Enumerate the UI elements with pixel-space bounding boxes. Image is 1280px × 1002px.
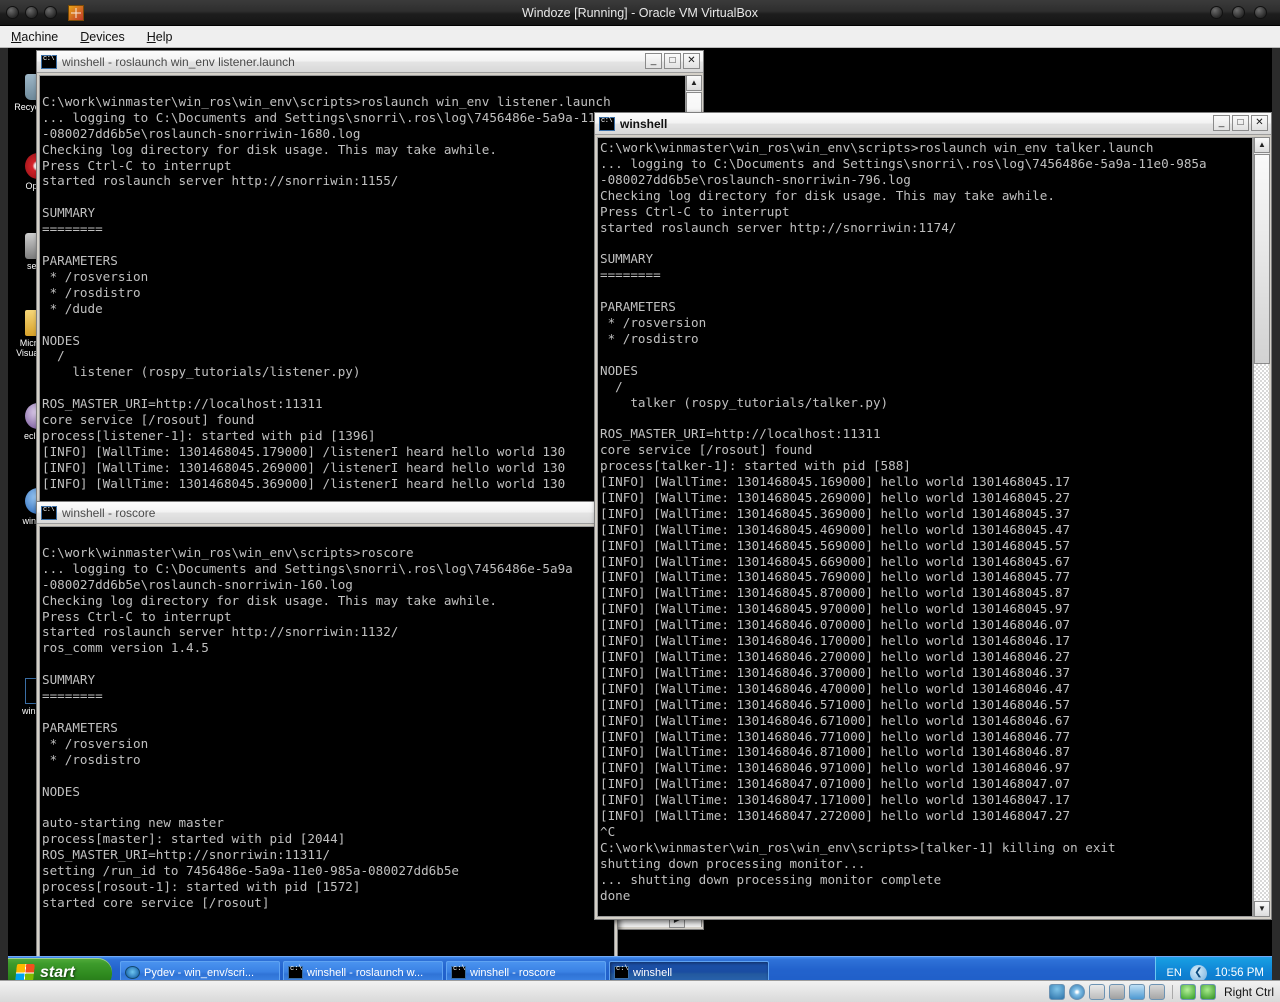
window-talker-titlebar[interactable]: winshell _ □ ✕ [595,113,1271,135]
host-key-label: Right Ctrl [1223,984,1274,999]
window-talker-body: C:\work\winmaster\win_ros\win_env\script… [597,137,1253,917]
menu-machine[interactable]: Machine [0,26,69,48]
window-roscore-title: winshell - roscore [62,505,156,520]
guest-screen[interactable]: Recycle Bin Opera setup Microsoft Visual… [8,48,1272,988]
window-zoom-dot[interactable] [1232,6,1245,19]
virtualbox-titlebar: Windoze [Running] - Oracle VM VirtualBox [0,0,1280,26]
menu-devices[interactable]: Devices [69,26,135,48]
close-button[interactable]: ✕ [1251,115,1268,131]
maximize-button[interactable]: □ [1232,115,1249,131]
menu-help-label: elp [155,29,173,44]
minimize-button[interactable]: _ [645,53,662,69]
menu-devices-label: evices [89,29,125,44]
window-listener-titlebar[interactable]: winshell - roslaunch win_env listener.la… [37,51,703,73]
menu-machine-label: achine [21,29,59,44]
taskbar-item-label: winshell - roscore [470,966,556,979]
window-roscore-titlebar[interactable]: winshell - roscore [37,502,617,524]
console-icon [41,505,57,520]
scroll-up-arrow-icon[interactable]: ▲ [1254,137,1270,153]
cd-dvd-icon[interactable] [1068,983,1085,1000]
console-icon [599,116,615,131]
taskbar-item-label: Pydev - win_env/scri... [144,966,255,979]
window-talker-buttons: _ □ ✕ [1213,115,1268,131]
window-menu-dot[interactable] [1254,6,1267,19]
window-roscore-body: C:\work\winmaster\win_ros\win_env\script… [39,526,615,970]
chevron-left-icon[interactable]: ❮ [1189,964,1207,982]
usb-icon[interactable] [1088,983,1105,1000]
pydev-icon [125,966,140,979]
display-icon[interactable] [1148,983,1165,1000]
menu-help[interactable]: Help [136,26,184,48]
clock[interactable]: 10:56 PM [1215,967,1264,979]
console-icon [288,965,303,979]
window-listener-title: winshell - roslaunch win_env listener.la… [62,54,295,69]
language-indicator[interactable]: EN [1166,967,1181,979]
taskbar-item-label: winshell [633,966,673,979]
start-button-label: start [40,963,75,981]
console-output-roscore: C:\work\winmaster\win_ros\win_env\script… [42,544,573,910]
window-listener-buttons: _ □ ✕ [645,53,700,69]
scroll-down-arrow-icon[interactable]: ▼ [1254,901,1270,917]
virtualbox-menubar: Machine Devices Help [0,26,1280,48]
minimize-button[interactable]: _ [1213,115,1230,131]
window-talker[interactable]: winshell _ □ ✕ C:\work\winmaster\win_ros… [594,112,1272,920]
maximize-button[interactable]: □ [664,53,681,69]
console-icon [614,965,629,979]
network-icon[interactable] [1108,983,1125,1000]
window-talker-title: winshell [620,116,668,131]
virtualbox-window: Windoze [Running] - Oracle VM VirtualBox… [0,0,1280,1002]
hard-disk-icon[interactable] [1048,983,1065,1000]
close-button[interactable]: ✕ [683,53,700,69]
vrdp-icon[interactable] [1179,983,1196,1000]
statusbar-divider [1171,984,1173,999]
window-roscore[interactable]: winshell - roscore C:\work\winmaster\win… [36,501,618,973]
host-key-icon[interactable] [1199,983,1216,1000]
console-output-talker: C:\work\winmaster\win_ros\win_env\script… [600,140,1207,903]
shared-folders-icon[interactable] [1128,983,1145,1000]
virtualbox-statusbar: Right Ctrl [0,980,1280,1002]
console-icon [451,965,466,979]
console-icon [41,54,57,69]
scroll-thumb[interactable] [1254,154,1270,364]
window-shade-dot[interactable] [1210,6,1223,19]
scroll-up-arrow-icon[interactable]: ▲ [686,75,702,91]
taskbar-item-label: winshell - roslaunch w... [307,966,424,979]
virtualbox-title: Windoze [Running] - Oracle VM VirtualBox [522,6,758,20]
windows-flag-icon [15,963,35,982]
talker-vertical-scrollbar[interactable]: ▲ ▼ [1253,137,1270,917]
